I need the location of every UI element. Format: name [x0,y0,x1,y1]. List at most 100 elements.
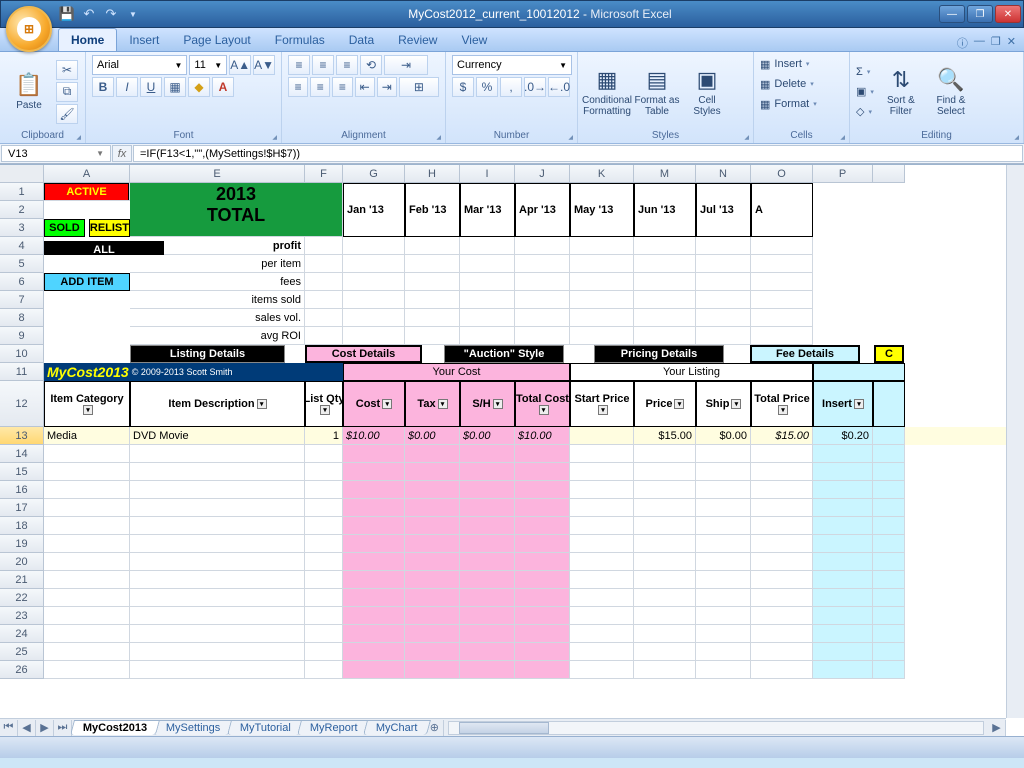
paste-button[interactable]: 📋Paste [6,55,52,128]
align-bot-icon[interactable]: ≡ [336,55,358,75]
format-as-table-button[interactable]: ▤Format as Table [634,55,680,128]
autosum-button[interactable]: Σ ▾ [856,63,874,81]
sheet-tab-bar: ⏮ ◀ ▶ ⏭ MyCost2013 MySettings MyTutorial… [0,718,1006,736]
your-listing-header: Your Listing [570,363,813,381]
name-box[interactable]: V13▼ [1,145,111,162]
qat-dropdown-icon[interactable]: ▼ [123,4,143,24]
active-button[interactable]: ACTIVE [44,183,129,201]
copy-icon[interactable]: ⧉ [56,82,78,102]
orientation-icon[interactable]: ⟲ [360,55,382,75]
doc-restore-icon[interactable]: ❐ [991,35,1001,51]
inc-indent-icon[interactable]: ⇥ [377,77,397,97]
dec-decimal-icon[interactable]: ←.0 [548,77,570,97]
grow-font-icon[interactable]: A▲ [229,55,251,75]
save-icon[interactable]: 💾 [57,4,77,24]
fill-button[interactable]: ▣ ▾ [856,83,874,101]
sheet-tab-mycost2013[interactable]: MyCost2013 [70,720,160,735]
conditional-formatting-button[interactable]: ▦Conditional Formatting [584,55,630,128]
sheet-tab-mysettings[interactable]: MySettings [153,720,233,735]
format-painter-icon[interactable]: 🖌 [56,104,78,124]
cut-icon[interactable]: ✂ [56,60,78,80]
auction-style-header[interactable]: "Auction" Style [444,345,564,363]
tab-nav-next-icon[interactable]: ▶ [36,720,54,736]
align-top-icon[interactable]: ≡ [288,55,310,75]
sort-filter-button[interactable]: ⇅Sort & Filter [878,55,924,128]
tab-nav-first-icon[interactable]: ⏮ [0,720,18,736]
cell-styles-button[interactable]: ▣Cell Styles [684,55,730,128]
add-item-button[interactable]: ADD ITEM [44,273,130,291]
doc-close-icon[interactable]: ✕ [1007,35,1016,51]
comma-icon[interactable]: , [500,77,522,97]
fx-icon[interactable]: fx [112,145,132,162]
tab-view[interactable]: View [449,29,499,51]
delete-cells-button[interactable]: ▦ Delete ▾ [760,75,843,93]
minimize-button[interactable]: — [939,5,965,23]
tab-review[interactable]: Review [386,29,449,51]
formula-bar: V13▼ fx =IF(F13<1,"",(MySettings!$H$7)) [0,144,1024,164]
tab-data[interactable]: Data [337,29,386,51]
close-button[interactable]: ✕ [995,5,1021,23]
ribbon: 📋Paste ✂ ⧉ 🖌 Clipboard Arial▼ 11▼ A▲ A▼ … [0,52,1024,144]
formula-input[interactable]: =IF(F13<1,"",(MySettings!$H$7)) [133,145,1023,162]
insert-cells-button[interactable]: ▦ Insert ▾ [760,55,843,73]
fee-details-header[interactable]: Fee Details [750,345,860,363]
office-button[interactable]: ⊞ [6,6,52,52]
quick-access-toolbar: 💾 ↶ ↷ ▼ [57,4,143,24]
listing-details-header[interactable]: Listing Details [130,345,285,363]
sheet-tab-myreport[interactable]: MyReport [297,720,371,735]
align-center-icon[interactable]: ≡ [310,77,330,97]
select-all-corner[interactable] [0,165,44,183]
tab-nav-prev-icon[interactable]: ◀ [18,720,36,736]
cost-details-header[interactable]: Cost Details [305,345,422,363]
tab-page-layout[interactable]: Page Layout [171,29,262,51]
wrap-text-button[interactable]: ⇥ [384,55,428,75]
cells-area[interactable]: ACTIVE 2013TOTAL Jan '13 Feb '13 Mar '13… [44,183,1006,718]
filter-icon[interactable]: ▾ [83,405,93,415]
ribbon-min-icon[interactable]: — [974,35,985,51]
column-headers[interactable]: A E F G H I J K M N O P [44,165,1006,183]
shrink-font-icon[interactable]: A▼ [253,55,275,75]
align-right-icon[interactable]: ≡ [332,77,352,97]
help-icon[interactable]: ⓘ [957,35,968,51]
vertical-scrollbar[interactable] [1006,165,1024,718]
tab-formulas[interactable]: Formulas [263,29,337,51]
percent-icon[interactable]: % [476,77,498,97]
spreadsheet-grid[interactable]: A E F G H I J K M N O P 1 2 3 4 5 6 7 8 … [0,164,1024,736]
tab-insert[interactable]: Insert [117,29,171,51]
fill-color-button[interactable]: ◆ [188,77,210,97]
dec-indent-icon[interactable]: ⇤ [355,77,375,97]
row-headers[interactable]: 1 2 3 4 5 6 7 8 9 10 11 12 13 14 15 16 1… [0,183,44,679]
underline-button[interactable]: U [140,77,162,97]
merge-button[interactable]: ⊞ [399,77,439,97]
currency-icon[interactable]: $ [452,77,474,97]
clear-button[interactable]: ◇ ▾ [856,103,874,121]
bold-button[interactable]: B [92,77,114,97]
sheet-tab-mychart[interactable]: MyChart [363,720,431,735]
find-select-button[interactable]: 🔍Find & Select [928,55,974,128]
ribbon-tabs: Home Insert Page Layout Formulas Data Re… [0,28,1024,52]
tab-nav-last-icon[interactable]: ⏭ [54,720,72,736]
maximize-button[interactable]: ❐ [967,5,993,23]
inc-decimal-icon[interactable]: .0→ [524,77,546,97]
tab-home[interactable]: Home [58,28,117,51]
align-mid-icon[interactable]: ≡ [312,55,334,75]
group-clipboard: Clipboard [6,130,79,141]
undo-icon[interactable]: ↶ [79,4,99,24]
font-name-select[interactable]: Arial▼ [92,55,187,75]
sheet-tab-mytutorial[interactable]: MyTutorial [227,720,304,735]
data-row-13[interactable]: Media DVD Movie 1 $10.00 $0.00 $0.00 $10… [44,427,1006,445]
align-left-icon[interactable]: ≡ [288,77,308,97]
number-format-select[interactable]: Currency▼ [452,55,572,75]
your-cost-header: Your Cost [343,363,570,381]
group-editing: Editing [856,130,1017,141]
font-size-select[interactable]: 11▼ [189,55,227,75]
pricing-details-header[interactable]: Pricing Details [594,345,724,363]
relist-button[interactable]: RELIST [89,219,130,237]
italic-button[interactable]: I [116,77,138,97]
horizontal-scrollbar[interactable] [448,721,984,735]
sold-button[interactable]: SOLD [44,219,85,237]
format-cells-button[interactable]: ▦ Format ▾ [760,95,843,113]
font-color-button[interactable]: A [212,77,234,97]
border-button[interactable]: ▦ [164,77,186,97]
redo-icon[interactable]: ↷ [101,4,121,24]
